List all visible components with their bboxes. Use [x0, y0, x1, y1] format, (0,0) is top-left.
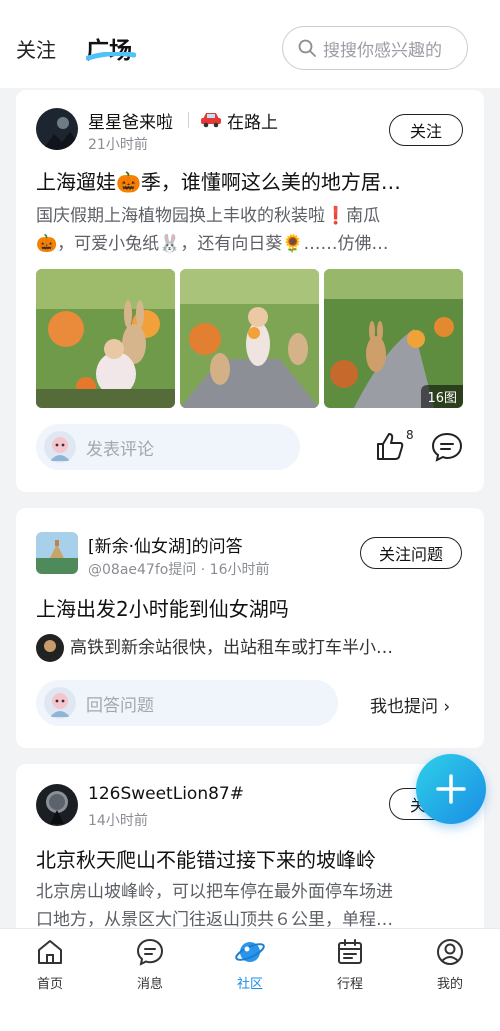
plus-icon: [436, 774, 466, 804]
community-icon: [235, 942, 265, 962]
comment-icon[interactable]: [431, 432, 463, 462]
car-icon: [201, 113, 221, 128]
ask-question-link[interactable]: 我也提问 ›: [370, 692, 450, 717]
comment-placeholder: 发表评论: [86, 439, 154, 460]
nav-profile-label: 我的: [436, 977, 463, 992]
home-icon: [38, 940, 62, 964]
nav-home[interactable]: 首页: [0, 937, 100, 992]
author-name[interactable]: 星星爸来啦: [88, 108, 173, 133]
create-post-button[interactable]: [416, 754, 486, 824]
answer-preview[interactable]: 高铁到新余站很快，出站租车或打车半小…: [70, 634, 393, 662]
user-avatar: [44, 431, 76, 463]
search-icon: [298, 39, 316, 57]
post-photo-2[interactable]: [180, 269, 319, 408]
profile-icon: [437, 939, 463, 965]
post-title[interactable]: 上海遛娃🎃季，谁懂啊这么美的地方居…: [36, 166, 466, 195]
comment-input[interactable]: 发表评论: [36, 424, 300, 470]
nav-trips[interactable]: 行程: [300, 937, 400, 992]
author-avatar[interactable]: [36, 108, 78, 150]
author-avatar[interactable]: [36, 784, 78, 826]
bottom-nav: 首页 消息 社区 行程 我的: [0, 928, 500, 1031]
calendar-icon: [338, 939, 362, 964]
like-icon[interactable]: [374, 430, 406, 462]
divider: [188, 112, 189, 128]
qa-asker-meta: @08ae47fo提问 · 16小时前: [88, 562, 270, 578]
tab-active-underline: [86, 52, 136, 61]
nav-messages-label: 消息: [136, 977, 163, 992]
post-card[interactable]: 星星爸来啦 在路上 21小时前 关注 上海遛娃🎃季，谁懂啊这么美的地方居… 国庆…: [16, 90, 484, 492]
author-name[interactable]: 126SweetLion87#: [88, 784, 244, 804]
nav-profile[interactable]: 我的: [400, 937, 500, 992]
qa-card[interactable]: [新余·仙女湖]的问答 @08ae47fo提问 · 16小时前 关注问题 上海出…: [16, 508, 484, 748]
author-status: 在路上: [227, 113, 278, 133]
post-title[interactable]: 北京秋天爬山不能错过接下来的坡峰岭: [36, 844, 466, 873]
search-input[interactable]: 搜搜你感兴趣的: [282, 26, 468, 70]
answerer-avatar: [36, 634, 64, 662]
post-card[interactable]: 126SweetLion87# 14小时前 关注 北京秋天爬山不能错过接下来的坡…: [16, 764, 484, 944]
qa-group-title[interactable]: [新余·仙女湖]的问答: [88, 532, 243, 557]
search-placeholder: 搜搜你感兴趣的: [323, 40, 442, 61]
post-photo-1[interactable]: [36, 269, 175, 408]
post-desc-line1: 国庆假期上海植物园换上丰收的秋装啦❗南瓜: [36, 206, 381, 226]
photo-count-badge: 16图: [421, 385, 463, 408]
nav-community-label: 社区: [236, 977, 263, 992]
nav-home-label: 首页: [36, 977, 63, 992]
qa-question[interactable]: 上海出发2小时能到仙女湖吗: [36, 593, 466, 622]
like-count: 8: [406, 428, 414, 442]
post-time: 21小时前: [88, 137, 148, 153]
answer-input[interactable]: 回答问题: [36, 680, 338, 726]
post-time: 14小时前: [88, 813, 148, 829]
follow-button[interactable]: 关注: [389, 114, 463, 146]
nav-messages[interactable]: 消息: [100, 937, 200, 992]
post-photo-3[interactable]: 16图: [324, 269, 463, 408]
answer-placeholder: 回答问题: [86, 695, 154, 716]
post-desc-line1: 北京房山坡峰岭，可以把车停在最外面停车场进: [36, 882, 393, 902]
nav-trips-label: 行程: [336, 977, 363, 992]
top-bar: 关注 广场 搜搜你感兴趣的: [0, 0, 500, 88]
nav-community[interactable]: 社区: [200, 937, 300, 992]
follow-question-button[interactable]: 关注问题: [360, 537, 462, 569]
tab-follow[interactable]: 关注: [16, 34, 56, 63]
message-icon: [136, 938, 164, 966]
user-avatar: [44, 687, 76, 719]
post-desc-line2: 🎃，可爱小兔纸🐰，还有向日葵🌻……仿佛…: [36, 234, 389, 254]
group-thumbnail[interactable]: [36, 532, 78, 574]
